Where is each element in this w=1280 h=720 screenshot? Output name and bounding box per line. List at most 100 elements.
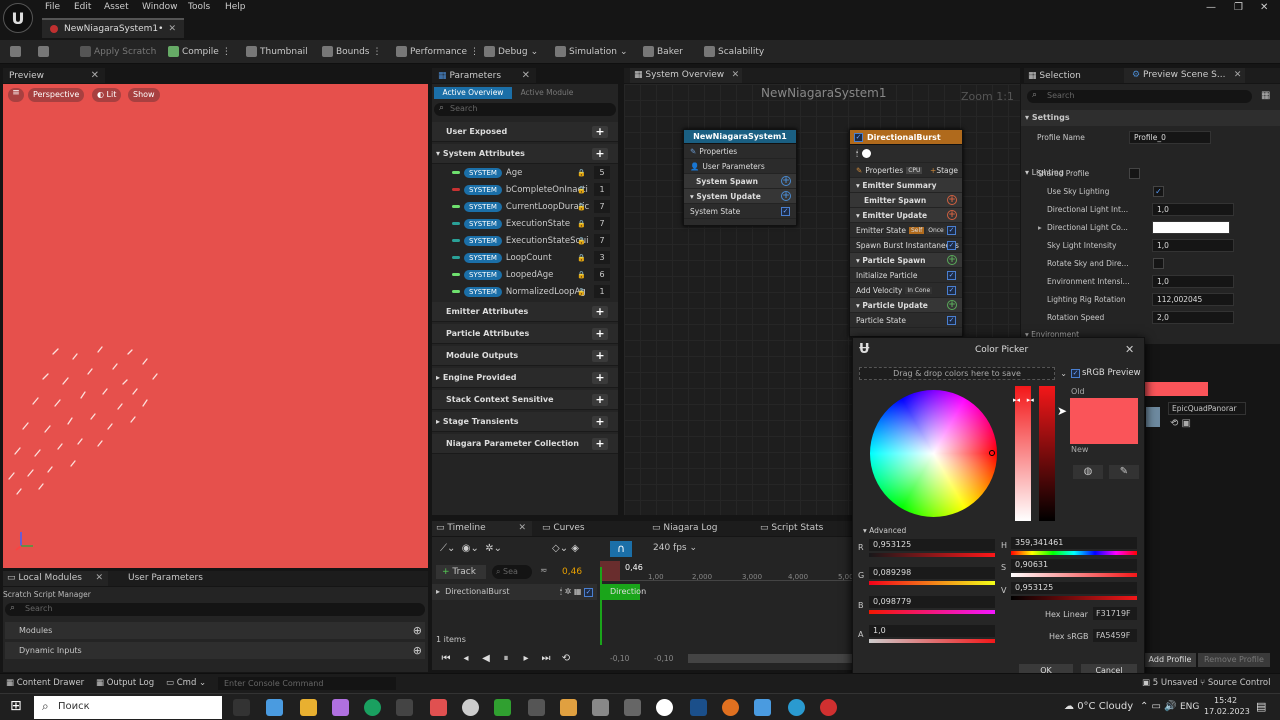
emitter-summary-row[interactable]: ▾ Emitter Summary xyxy=(850,178,962,193)
taskbar-app-icon[interactable] xyxy=(592,699,609,716)
brightness-slider[interactable]: 0,953125 xyxy=(1011,582,1137,600)
system-attribute-row[interactable]: SYSTEM bCompleteOnInacti 🔒 1 xyxy=(432,181,618,198)
simulation-button[interactable]: Simulation ⌄ xyxy=(555,46,628,57)
console-input[interactable]: Enter Console Command xyxy=(218,677,396,690)
system-state-row[interactable]: System State ✓ xyxy=(684,204,796,219)
menu-help[interactable]: Help xyxy=(225,2,246,12)
timeline-track-row[interactable]: ▸ DirectionalBurst 🕯 ✲ ▦ ✓ xyxy=(432,584,597,600)
end-time[interactable]: -0,10 xyxy=(654,654,673,663)
srgb-preview-toggle[interactable]: ✓ sRGB Preview xyxy=(1071,368,1141,378)
add-icon[interactable]: + xyxy=(592,327,608,340)
saturation-value-slider[interactable]: 0,90631 xyxy=(1011,559,1137,577)
system-attribute-row[interactable]: SYSTEM NormalizedLoopAg 🔒 1 xyxy=(432,283,618,300)
value-slider[interactable] xyxy=(1039,386,1055,521)
pause-icon[interactable]: ⏸ xyxy=(496,650,516,666)
attribute-value[interactable]: 1 xyxy=(594,183,610,196)
detail-value-field[interactable]: 1,0 xyxy=(1152,274,1234,288)
local-modules-search[interactable]: ⌕ Search xyxy=(5,603,425,616)
viewport-menu-icon[interactable]: ≡ xyxy=(8,88,24,102)
windows-start-icon[interactable]: ⊞ xyxy=(10,698,22,714)
system-overview-tab[interactable]: ▦ System Overview ✕ xyxy=(630,68,743,83)
add-user-exposed-icon[interactable]: + xyxy=(592,125,608,138)
close-parameters-icon[interactable]: ✕ xyxy=(522,70,530,81)
unreal-taskbar-icon[interactable] xyxy=(656,699,673,716)
language-indicator[interactable]: ENG xyxy=(1180,702,1199,712)
red-slider[interactable]: 0,953125 xyxy=(869,539,995,557)
content-drawer-button[interactable]: ▦ Content Drawer xyxy=(6,678,84,688)
emitter-state-row[interactable]: Emitter State Self Once ✓ xyxy=(850,223,962,238)
hue-slider[interactable]: 359,341461 xyxy=(1011,537,1137,555)
minimize-icon[interactable]: — xyxy=(1206,2,1216,13)
engine-provided-section[interactable]: ▸ Engine Provided + xyxy=(432,368,618,388)
scalability-button[interactable]: Scalability xyxy=(704,46,764,57)
track-search[interactable]: ⌕ Sea xyxy=(492,565,532,579)
details-search[interactable]: ⌕ Search xyxy=(1027,90,1252,103)
light-color-swatch[interactable] xyxy=(1152,220,1230,234)
emitter-spawn-row[interactable]: Emitter Spawn + xyxy=(850,193,962,208)
color-wheel-mode-icon[interactable]: ◍ xyxy=(1073,465,1103,479)
emitter-update-row[interactable]: ▾ Emitter Update + xyxy=(850,208,962,223)
dynamic-inputs-section[interactable]: Dynamic Inputs ⊕ xyxy=(5,642,425,659)
epic-games-icon[interactable] xyxy=(396,699,413,716)
taskbar-app-icon[interactable] xyxy=(528,699,545,716)
source-control-button[interactable]: ⑂ Source Control xyxy=(1200,678,1270,688)
profile-name-field[interactable]: Profile_0 xyxy=(1129,130,1211,144)
module-outputs-section[interactable]: Module Outputs + xyxy=(432,346,618,366)
loop-icon[interactable]: ⟲ xyxy=(556,650,576,666)
play-reverse-icon[interactable]: ◀ xyxy=(476,650,496,666)
playhead[interactable] xyxy=(600,561,620,581)
niagara-log-tab[interactable]: ▭ Niagara Log xyxy=(652,523,718,533)
saturation-slider[interactable] xyxy=(1015,386,1031,521)
clock-date[interactable]: 17.02.2023 xyxy=(1204,707,1250,716)
use-selected-icon[interactable]: ⟲ ▣ xyxy=(1170,418,1191,429)
notifications-icon[interactable]: ▤ xyxy=(1256,700,1266,713)
blue-slider[interactable]: 0,098779 xyxy=(869,596,995,614)
detail-checkbox[interactable]: ✓ xyxy=(1153,185,1164,197)
alpha-slider[interactable]: 1,0 xyxy=(869,625,995,643)
parameters-tab[interactable]: ▦ Parameters ✕ xyxy=(432,68,536,83)
edge-icon[interactable] xyxy=(788,699,805,716)
menu-tools[interactable]: Tools xyxy=(188,2,210,12)
filter-icon[interactable]: ≂ xyxy=(540,566,548,576)
compile-button[interactable]: Compile ⋮ xyxy=(168,46,231,57)
selection-tab[interactable]: ▦ Selection xyxy=(1024,71,1124,81)
attribute-value[interactable]: 7 xyxy=(594,200,610,213)
show-button[interactable]: Show xyxy=(128,88,160,102)
baker-button[interactable]: Baker xyxy=(643,46,683,57)
system-node[interactable]: NewNiagaraSystem1 ✎ Properties 👤 User Para… xyxy=(683,129,797,226)
initialize-particle-row[interactable]: Initialize Particle ✓ xyxy=(850,268,962,283)
environment-dropdown[interactable]: EpicQuadPanorar ⌄ xyxy=(1168,402,1246,424)
close-window-icon[interactable]: ✕ xyxy=(1260,2,1268,13)
taskbar-app-icon[interactable] xyxy=(820,699,837,716)
taskbar-app-icon[interactable] xyxy=(462,699,479,716)
add-icon[interactable]: + xyxy=(592,437,608,450)
system-attribute-row[interactable]: SYSTEM LoopCount 🔒 3 xyxy=(432,249,618,266)
menu-asset[interactable]: Asset xyxy=(104,2,129,12)
file-explorer-icon[interactable] xyxy=(300,699,317,716)
details-settings-icon[interactable]: ▦ xyxy=(1261,90,1270,101)
steam-icon[interactable] xyxy=(690,699,707,716)
user-parameters-row[interactable]: 👤 User Parameters xyxy=(684,159,796,174)
eyedropper-icon[interactable]: ✎ xyxy=(1109,465,1139,479)
time-ruler[interactable]: 0,46 1,00 2,000 3,000 4,000 5,000 xyxy=(600,561,858,581)
go-to-start-icon[interactable]: ⏮ xyxy=(436,650,456,666)
color-swatch-save-area[interactable]: Drag & drop colors here to save ⌄ xyxy=(859,367,1067,380)
taskbar-app-icon[interactable] xyxy=(364,699,381,716)
attribute-value[interactable]: 7 xyxy=(594,234,610,247)
particle-state-row[interactable]: Particle State ✓ xyxy=(850,313,962,328)
close-tab-icon[interactable]: ✕ xyxy=(168,24,176,34)
menu-file[interactable]: File xyxy=(45,2,60,12)
settings-header[interactable]: ▾ Settings xyxy=(1021,110,1280,126)
menu-edit[interactable]: Edit xyxy=(74,2,91,12)
step-back-icon[interactable]: ◂ xyxy=(456,650,476,666)
menu-window[interactable]: Window xyxy=(142,2,178,12)
attribute-value[interactable]: 7 xyxy=(594,217,610,230)
lighting-header[interactable]: ▾ Lighting xyxy=(1021,166,1280,180)
add-track-button[interactable]: + Track xyxy=(436,565,486,579)
attribute-value[interactable]: 1 xyxy=(594,285,610,298)
attribute-value[interactable]: 3 xyxy=(594,251,610,264)
maximize-icon[interactable]: ❐ xyxy=(1234,2,1243,13)
detail-value-field[interactable]: 1,0 xyxy=(1152,202,1234,216)
preview-viewport[interactable]: ≡ Perspective ◐ Lit Show xyxy=(3,84,428,568)
add-profile-button[interactable]: Add Profile xyxy=(1144,653,1196,667)
